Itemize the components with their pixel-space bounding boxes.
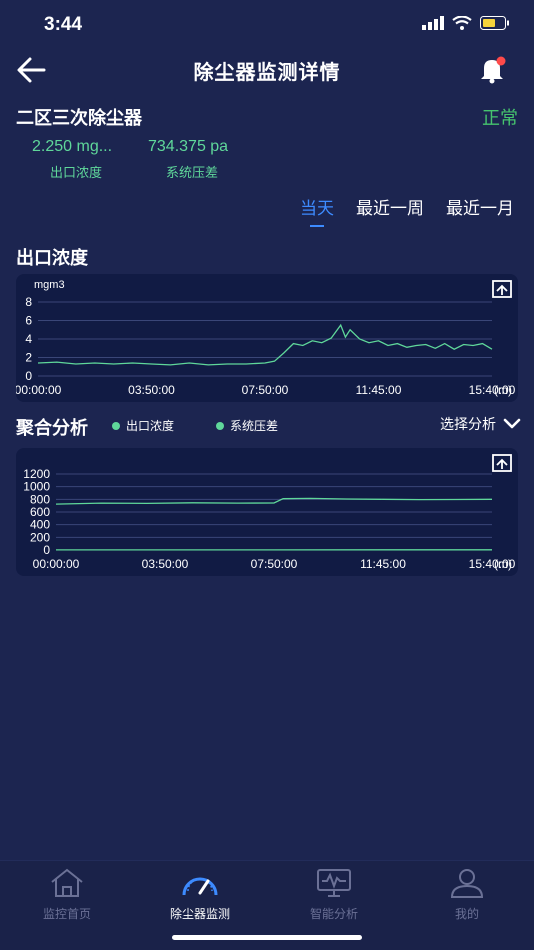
battery-icon [480,16,509,30]
fullscreen-icon [492,454,512,472]
x-tick-label: 07:50:00 [251,557,298,571]
legend-label: 系统压差 [230,419,279,433]
y-tick-label: 8 [25,295,32,309]
status-badge: 正常 [482,108,518,129]
status-time: 3:44 [44,14,83,35]
analysis-select-label: 选择分析 [440,417,496,433]
x-tick-label: 00:00:00 [33,557,80,571]
x-tick-label: 00:00:00 [16,383,62,397]
chevron-down-icon [503,418,521,429]
fullscreen-icon-arrow [496,458,508,469]
tab-week[interactable]: 最近一周 [356,194,424,227]
nav-item-analysis[interactable]: 智能分析 [284,867,384,922]
gauge-icon [182,877,218,896]
wifi-icon [452,16,472,30]
status-bar: 3:44 [0,0,534,48]
x-tick-label: 07:50:00 [242,383,289,397]
pressure-diff-label: 系统压差 [166,166,219,181]
status-icons [422,16,510,30]
notification-button[interactable] [476,54,508,86]
y-axis-label: mgm3 [34,279,65,291]
header: 除尘器监测详情 [0,48,534,92]
page-title: 除尘器监测详情 [193,60,341,84]
legend-item-outlet: 出口浓度 [112,417,174,434]
y-tick-label: 4 [25,332,32,346]
signal-icon [422,16,444,30]
y-tick-label: 0 [43,543,50,557]
nav-label: 除尘器监测 [169,907,230,921]
series-line-0 [37,323,493,366]
tab-today[interactable]: 当天 [300,194,334,227]
user-icon [450,869,484,898]
device-name: 二区三次除尘器 [16,108,142,129]
monitor-icon [317,869,351,897]
nav-item-home[interactable]: 监控首页 [17,867,117,922]
y-tick-label: 0 [25,369,32,383]
home-indicator [172,935,362,940]
aggregate-section-title: 聚合分析 [16,418,88,439]
y-tick-label: 2 [25,351,32,365]
x-unit-label: (m) [494,383,512,397]
nav-label: 智能分析 [309,907,358,921]
legend-item-pressure: 系统压差 [216,417,278,434]
outlet-concentration-label: 出口浓度 [50,166,103,181]
fullscreen-icon [492,280,512,298]
aggregate-chart: 12001000800600400200000:00:00 03:50:00 07:… [23,454,516,571]
home-icon [51,868,83,897]
tab-month[interactable]: 最近一月 [446,194,514,227]
fullscreen-icon-arrow [496,284,508,295]
bell-icon [481,56,506,84]
outlet-chart-card: 8 6 4 2 0 00:00:00 03:50:00 07:50:00 11:45:00 15:… [16,274,518,402]
outlet-concentration-value: 2.250 mg... [32,138,113,155]
nav-item-monitor[interactable]: 除尘器监测 [150,867,250,922]
bottom-nav: 监控首页 除尘器监测 智能分析 我的 [0,860,534,950]
x-tick-label: 11:45:00 [356,383,402,397]
nav-label: 监控首页 [42,907,91,921]
time-range-tabs: 当天 最近一周 最近一月 [300,194,514,227]
legend-dot [216,421,224,430]
pressure-diff-value: 734.375 pa [148,138,229,155]
x-tick-label: 11:45:00 [360,557,406,571]
analysis-select[interactable]: 选择分析 [440,414,522,434]
legend-label: 出口浓度 [126,419,175,433]
x-tick-label: 03:50:00 [128,383,175,397]
outlet-section-title: 出口浓度 [16,248,88,269]
y-tick-label: 6 [25,314,32,328]
nav-item-profile[interactable]: 我的 [417,867,517,922]
outlet-chart: 8642000:00:00 03:50:00 07:50:00 11:45:00 15:… [16,279,516,397]
nav-label: 我的 [454,907,479,921]
aggregate-chart-card: 1200 1000 800 600 400 200 0 00:00:00 03:50:00 07:… [16,448,518,576]
x-unit-label: (m) [494,557,512,571]
legend-dot [112,421,120,430]
x-tick-label: 03:50:00 [142,557,189,571]
